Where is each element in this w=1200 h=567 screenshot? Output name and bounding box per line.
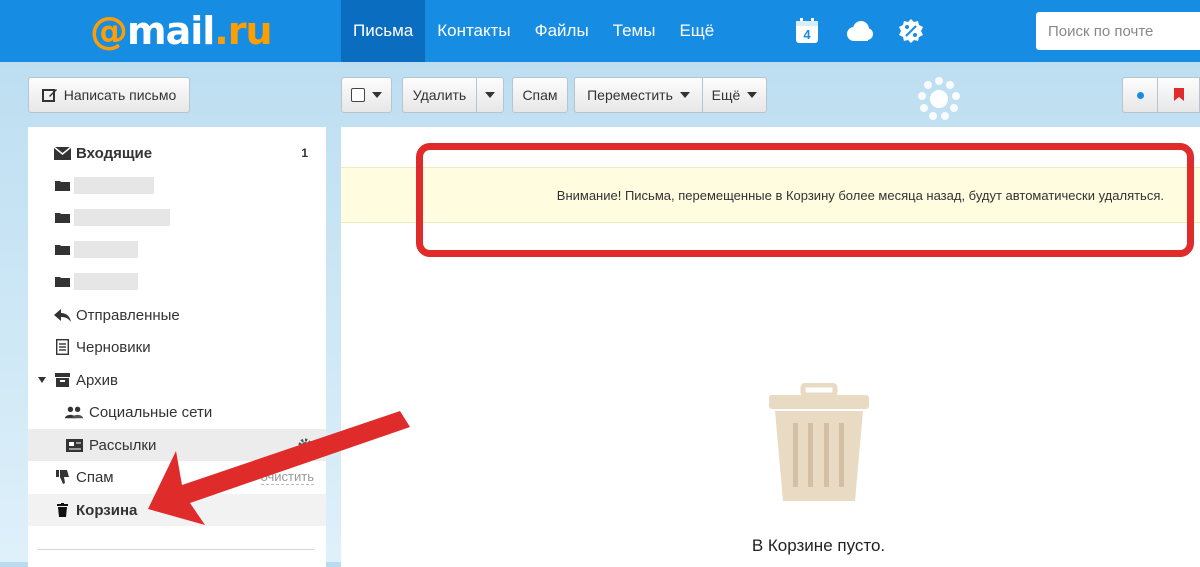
trash-icon	[53, 502, 71, 518]
chevron-down-icon	[679, 92, 690, 98]
folder-custom[interactable]	[28, 233, 326, 265]
mailru-logo[interactable]: @ mail .ru	[90, 8, 273, 54]
spinner-icon	[918, 77, 960, 120]
nav-files[interactable]: Файлы	[523, 0, 601, 62]
folder-custom[interactable]	[28, 265, 326, 297]
top-bar: @ mail .ru Письма Контакты Файлы Темы Ещё …	[0, 0, 1200, 62]
delete-button[interactable]: Удалить	[402, 77, 477, 113]
search-input[interactable]	[1036, 12, 1200, 50]
main-nav: Письма Контакты Файлы Темы Ещё	[341, 0, 726, 62]
folder-archive[interactable]: Архив	[28, 364, 326, 396]
document-icon	[53, 339, 71, 355]
compose-button[interactable]: Написать письмо	[28, 77, 190, 113]
redacted-folder-name	[74, 272, 138, 290]
select-all-dropdown[interactable]	[341, 77, 392, 113]
folder-custom[interactable]	[28, 169, 326, 201]
redacted-folder-name	[74, 176, 154, 194]
empty-trash-message: В Корзине пусто.	[751, 536, 886, 555]
spam-button[interactable]: Спам	[512, 77, 568, 113]
unread-count: 1	[301, 146, 308, 160]
newsletter-icon	[65, 437, 83, 453]
more-button[interactable]: Ещё	[702, 77, 767, 113]
folder-icon	[53, 241, 71, 257]
calendar-icon[interactable]: 4	[790, 14, 824, 48]
nav-more[interactable]: Ещё	[667, 0, 726, 62]
folder-custom[interactable]	[28, 201, 326, 233]
unread-filter-button[interactable]	[1122, 77, 1158, 113]
checkbox-icon	[351, 88, 365, 102]
sidebar-divider	[38, 549, 314, 550]
chevron-down-icon	[372, 92, 382, 98]
folder-icon	[53, 209, 71, 225]
discount-icon[interactable]	[894, 14, 928, 48]
cloud-icon[interactable]	[842, 14, 876, 48]
move-button[interactable]: Переместить	[574, 77, 703, 113]
annotation-highlight-box	[416, 143, 1194, 257]
flag-filter-button[interactable]	[1157, 77, 1200, 113]
redacted-folder-name	[74, 208, 170, 226]
dot-icon	[1136, 91, 1144, 99]
annotation-arrow	[148, 411, 410, 525]
flag-icon	[1173, 88, 1184, 101]
chevron-down-icon	[485, 92, 495, 98]
empty-trash-icon	[769, 383, 869, 501]
nav-icons: 4	[790, 14, 928, 48]
nav-themes[interactable]: Темы	[601, 0, 668, 62]
nav-mail[interactable]: Письма	[341, 0, 426, 62]
reply-icon	[53, 307, 71, 323]
folder-drafts[interactable]: Черновики	[28, 331, 326, 363]
folder-icon	[53, 273, 71, 289]
thumbs-down-icon	[53, 469, 71, 485]
envelope-icon	[53, 145, 71, 161]
people-icon	[65, 404, 83, 420]
folder-icon	[53, 177, 71, 193]
folder-sent[interactable]: Отправленные	[28, 299, 326, 331]
nav-contacts[interactable]: Контакты	[425, 0, 522, 62]
archive-box-icon	[53, 372, 71, 388]
chevron-down-icon	[747, 92, 758, 98]
redacted-folder-name	[74, 240, 138, 258]
delete-options-button[interactable]	[476, 77, 504, 113]
pencil-icon	[41, 89, 57, 102]
folder-inbox[interactable]: Входящие 1	[28, 137, 326, 169]
collapse-arrow-icon[interactable]	[38, 377, 46, 383]
